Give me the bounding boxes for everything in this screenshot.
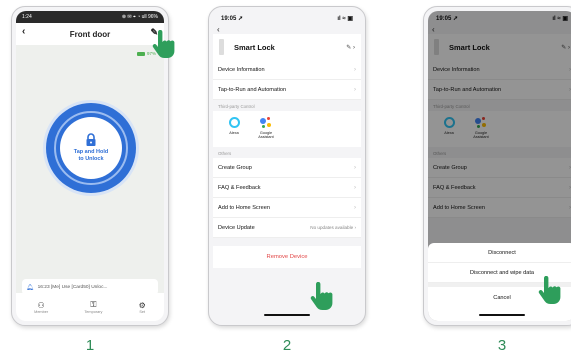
chevron-right-icon: › [354,204,356,211]
status-bar: 19:05 ➚ ıl ≈ ▣ [213,11,361,25]
status-icons: ⊗ ✉ ⌖ ◔ ull 96% [121,14,158,20]
row-add-home-screen[interactable]: Add to Home Screen › [213,198,361,218]
members-icon: ⚇ [37,300,45,310]
unlock-label: Tap and Hold to Unlock [73,149,109,162]
status-icons: ıl ≈ ▣ [337,15,353,22]
step-number-3: 3 [497,337,507,354]
service-google-assistant[interactable]: Google Assistant [255,117,277,147]
unlock-button[interactable]: Tap and Hold to Unlock [46,103,136,193]
battery-icon [136,51,145,56]
section-others: Others [213,147,361,158]
chevron-right-icon: › [354,66,356,73]
home-indicator [264,313,310,316]
unlock-ring: Tap and Hold to Unlock [54,111,128,185]
remove-device-button[interactable]: Remove Device [213,246,361,268]
header: ‹ Front door ✎ [16,23,164,45]
status-time: 19:05 ➚ [221,15,244,22]
status-bar: 1:24 ⊗ ✉ ⌖ ◔ ull 96% [16,11,164,23]
section-third-party: Third-party Control [213,100,361,111]
device-header[interactable]: Smart Lock ✎ › [213,34,361,60]
disconnect-option[interactable]: Disconnect [428,243,571,263]
device-name: Smart Lock [234,42,275,52]
row-tap-to-run[interactable]: Tap-to-Run and Automation › [213,80,361,100]
tab-temporary[interactable]: ⚿ Temporary [84,300,102,314]
row-device-update[interactable]: Device Update No updates available › [213,218,361,238]
key-icon: ⚿ [90,300,97,309]
bell-icon: 🔔︎ [26,284,34,291]
page-title: Front door [69,29,111,39]
lock-device-image [219,39,224,55]
third-party-services: Alexa Google Assistant [213,111,361,147]
google-assistant-icon [260,117,272,128]
tap-hand-icon [538,276,561,304]
back-icon[interactable]: ‹ [22,26,25,37]
back-icon[interactable]: ‹ [213,25,361,34]
bottom-tabbar: ⚇ Member ⚿ Temporary ⚙ Set [16,293,164,321]
phone-settings: 19:05 ➚ ıl ≈ ▣ ‹ Smart Lock ✎ › Device I… [208,6,366,326]
update-status: No updates available [310,225,354,230]
step-number-2: 2 [282,337,292,354]
tap-hand-icon [310,282,333,310]
row-create-group[interactable]: Create Group › [213,158,361,178]
tab-member[interactable]: ⚇ Member [34,301,48,314]
alexa-icon [228,117,240,128]
step-number-1: 1 [85,337,95,354]
service-alexa[interactable]: Alexa [223,117,245,147]
settings-icon: ⚙ [138,300,146,310]
chevron-right-icon: › [354,184,356,191]
lock-icon [86,133,96,146]
tab-set[interactable]: ⚙ Set [139,301,146,314]
log-text: 16:23 [Me] Use [Card50] Unloc... [37,284,108,290]
row-faq-feedback[interactable]: FAQ & Feedback › [213,178,361,198]
chevron-right-icon: › [354,86,356,93]
unlock-core: Tap and Hold to Unlock [60,117,122,179]
tap-hand-icon [152,30,175,58]
status-time: 1:24 [22,14,32,20]
chevron-right-icon: › [354,164,356,171]
phone-lock-screen: 1:24 ⊗ ✉ ⌖ ◔ ull 96% ‹ Front door ✎ 97% [11,6,169,326]
row-device-information[interactable]: Device Information › [213,60,361,80]
home-indicator [479,313,525,316]
edit-icon[interactable]: ✎ › [346,44,355,51]
